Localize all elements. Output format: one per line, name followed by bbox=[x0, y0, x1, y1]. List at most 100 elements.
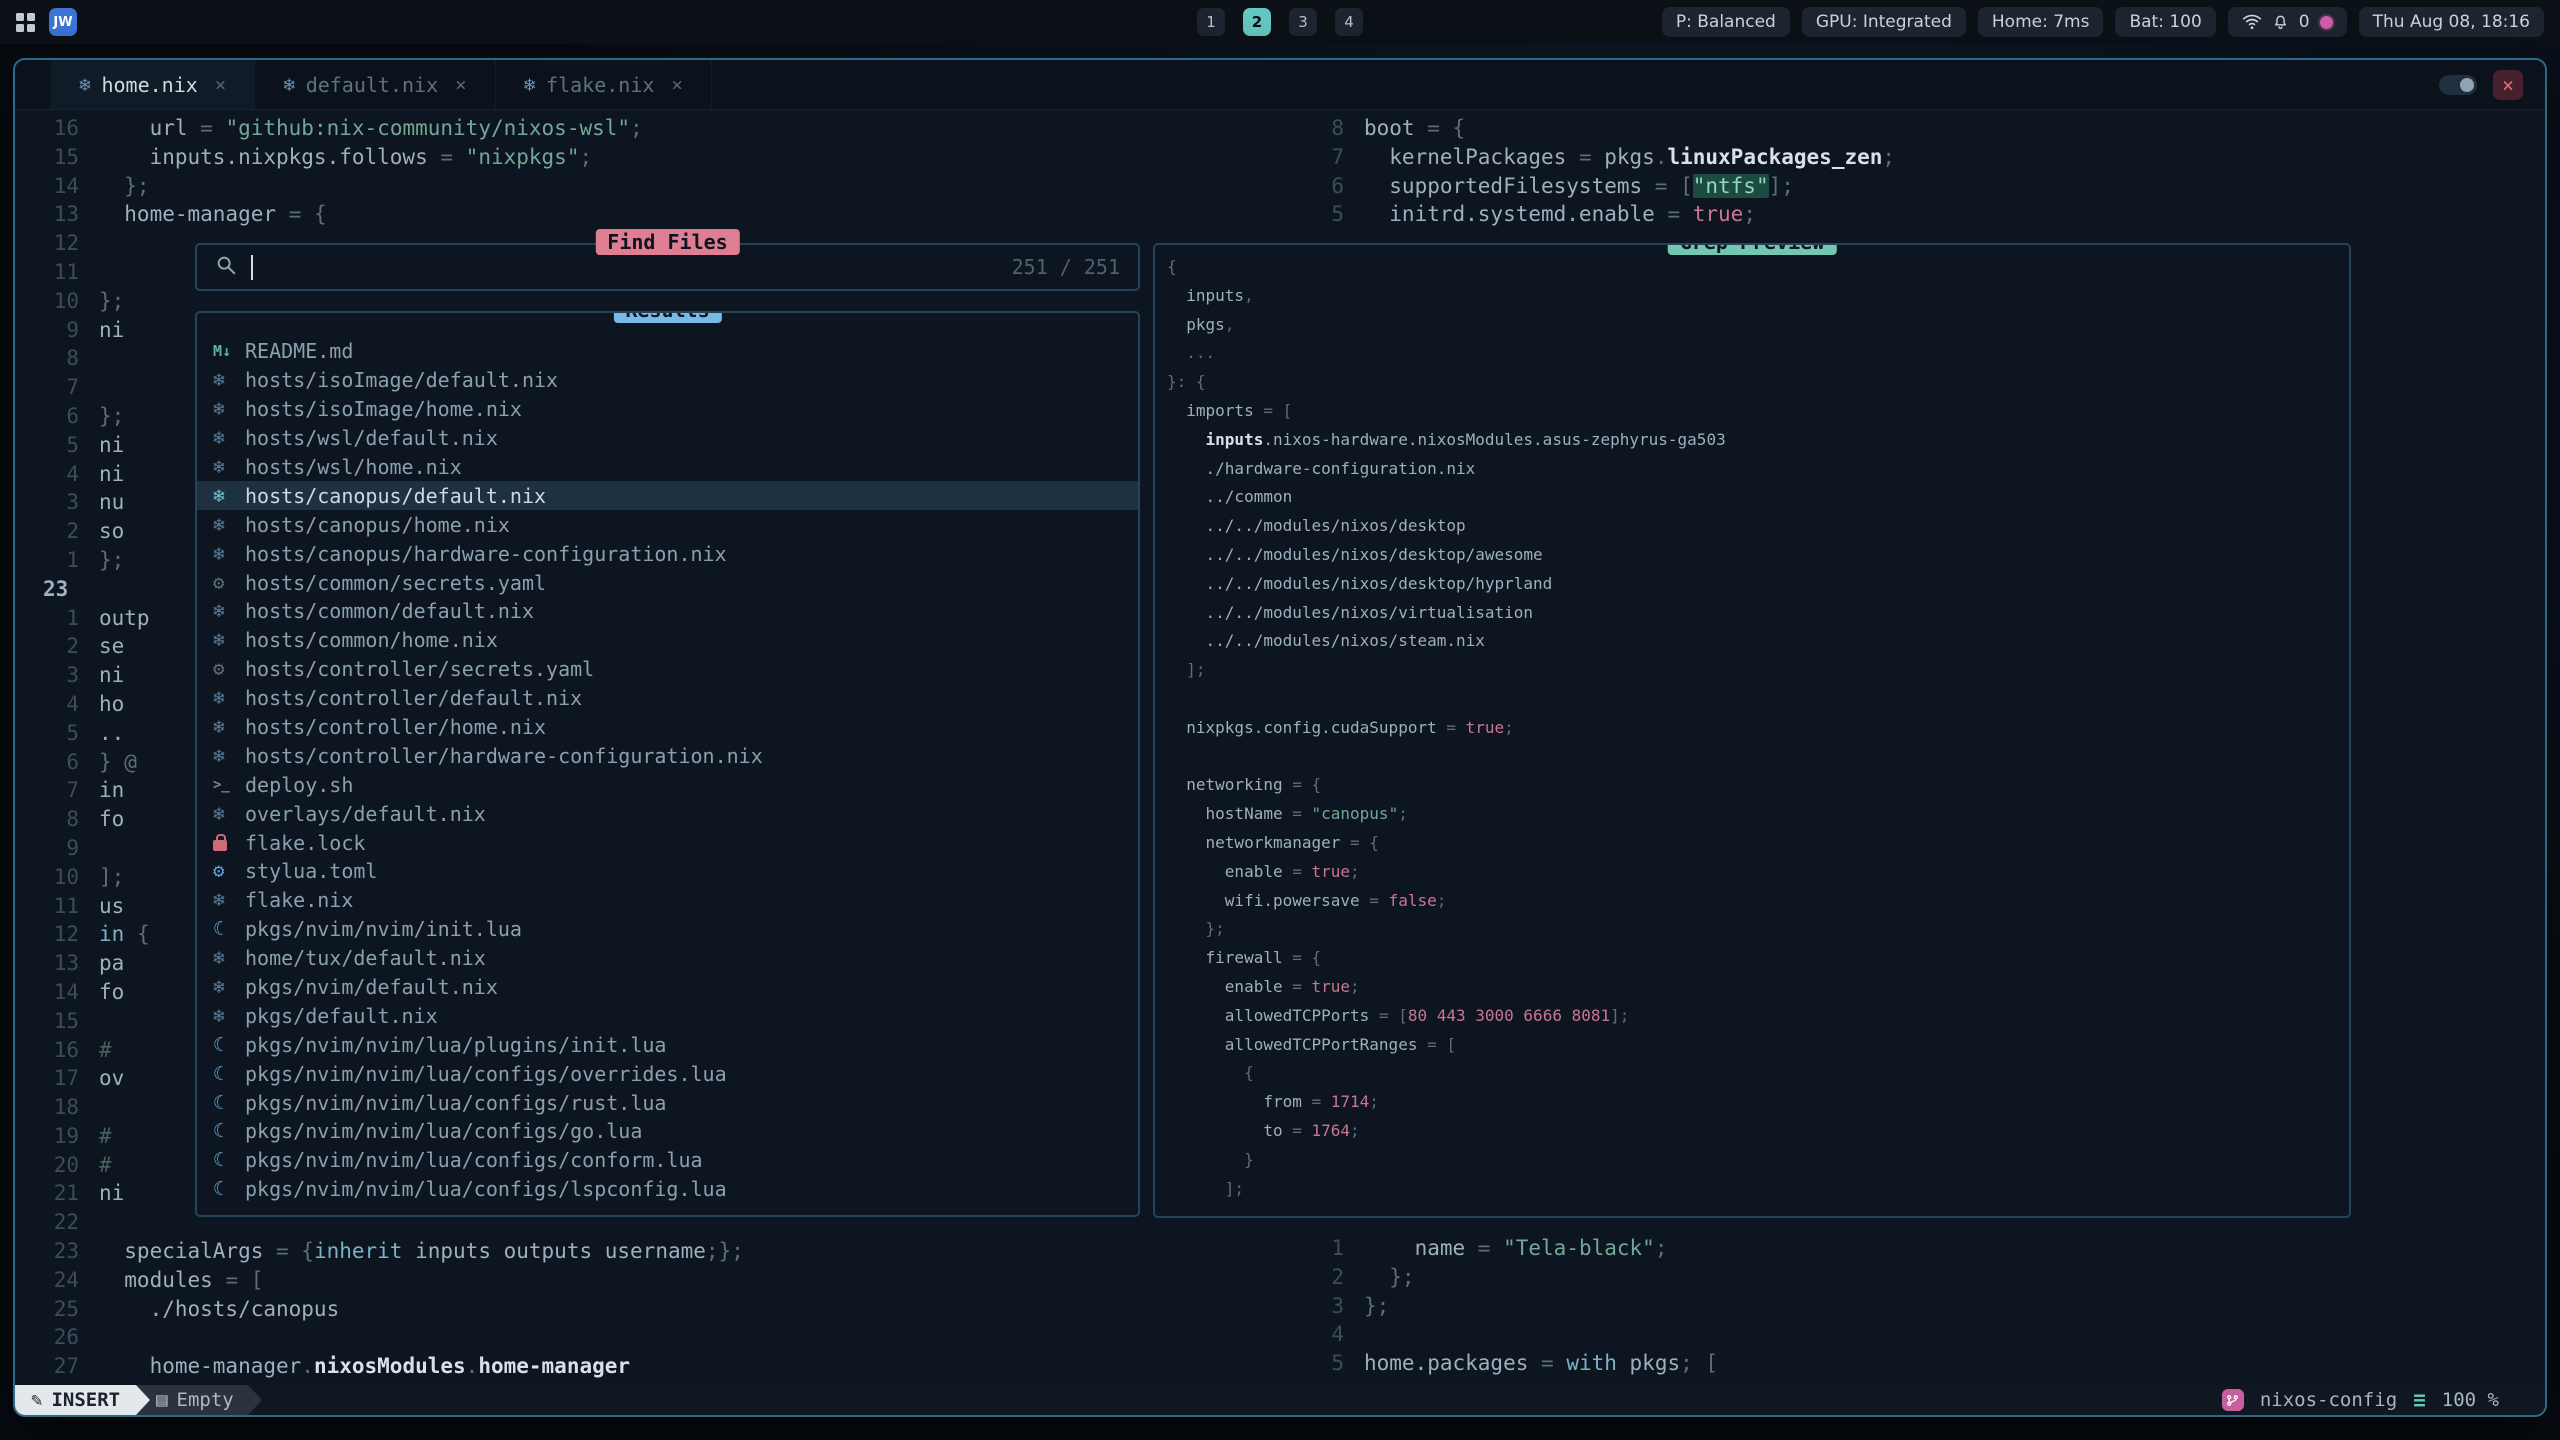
code-line: to = 1764; bbox=[1167, 1121, 2349, 1150]
code-line: 27 home-manager.nixosModules.home-manage… bbox=[15, 1352, 1280, 1381]
app-launcher-icon[interactable] bbox=[16, 13, 35, 32]
result-item[interactable]: ❄hosts/common/default.nix bbox=[197, 597, 1138, 626]
window-close-button[interactable]: × bbox=[2493, 70, 2523, 100]
nix-file-icon: ❄ bbox=[211, 398, 245, 420]
result-filename: pkgs/nvim/nvim/init.lua bbox=[245, 917, 522, 941]
code-line: ./hardware-configuration.nix bbox=[1167, 459, 2349, 488]
result-filename: hosts/canopus/home.nix bbox=[245, 513, 510, 537]
result-filename: stylua.toml bbox=[245, 859, 377, 883]
tab-flake.nix[interactable]: ❄flake.nix× bbox=[496, 60, 712, 109]
tab-close-icon[interactable]: × bbox=[215, 74, 226, 96]
logo-badge[interactable]: JW bbox=[49, 8, 77, 36]
buffer-status: ▤ Empty bbox=[150, 1385, 248, 1415]
result-item[interactable]: ☾pkgs/nvim/nvim/init.lua bbox=[197, 915, 1138, 944]
result-item[interactable]: >_deploy.sh bbox=[197, 770, 1138, 799]
result-item[interactable]: ❄hosts/controller/default.nix bbox=[197, 684, 1138, 713]
layout-toggle-icon[interactable] bbox=[2439, 75, 2477, 95]
line-number: 13 bbox=[15, 949, 99, 978]
result-item[interactable]: ❄pkgs/default.nix bbox=[197, 1001, 1138, 1030]
result-item[interactable]: ❄hosts/isoImage/home.nix bbox=[197, 395, 1138, 424]
code-line: { bbox=[1167, 1063, 2349, 1092]
line-number: 3 bbox=[15, 661, 99, 690]
line-number: 2 bbox=[1280, 1263, 1364, 1292]
code-line: networking = { bbox=[1167, 775, 2349, 804]
wifi-icon[interactable] bbox=[2242, 13, 2262, 31]
result-item[interactable]: M↓README.md bbox=[197, 337, 1138, 366]
result-item[interactable]: ❄home/tux/default.nix bbox=[197, 944, 1138, 973]
code-line: nixpkgs.config.cudaSupport = true; bbox=[1167, 718, 2349, 747]
yaml-file-icon: ⚙ bbox=[211, 658, 245, 680]
result-item[interactable]: ❄pkgs/nvim/default.nix bbox=[197, 973, 1138, 1002]
code-line: }: { bbox=[1167, 372, 2349, 401]
find-files-prompt[interactable]: Find Files 251 / 251 bbox=[195, 243, 1140, 291]
result-item[interactable]: ❄overlays/default.nix bbox=[197, 799, 1138, 828]
result-item[interactable]: ❄hosts/wsl/default.nix bbox=[197, 424, 1138, 453]
result-item[interactable]: ☾pkgs/nvim/nvim/lua/configs/lspconfig.lu… bbox=[197, 1175, 1138, 1204]
result-count: 251 / 251 bbox=[1012, 255, 1120, 279]
code-line: 24 modules = [ bbox=[15, 1266, 1280, 1295]
result-filename: overlays/default.nix bbox=[245, 802, 486, 826]
line-number: 16 bbox=[15, 1036, 99, 1065]
workspace-button-3[interactable]: 3 bbox=[1289, 8, 1317, 36]
code-line: ../../modules/nixos/steam.nix bbox=[1167, 631, 2349, 660]
tab-home.nix[interactable]: ❄home.nix× bbox=[51, 60, 255, 109]
result-item[interactable]: ☾pkgs/nvim/nvim/lua/configs/go.lua bbox=[197, 1117, 1138, 1146]
code-line: ../../modules/nixos/desktop/hyprland bbox=[1167, 574, 2349, 603]
find-files-title: Find Files bbox=[595, 229, 739, 255]
nix-file-icon: ❄ bbox=[211, 427, 245, 449]
result-item[interactable]: ☾pkgs/nvim/nvim/lua/plugins/init.lua bbox=[197, 1030, 1138, 1059]
line-number: 7 bbox=[1280, 143, 1364, 172]
terminal-window: ❄home.nix×❄default.nix×❄flake.nix× × 16 … bbox=[13, 58, 2547, 1417]
line-number: 12 bbox=[15, 229, 99, 258]
result-item[interactable]: ❄hosts/controller/hardware-configuration… bbox=[197, 741, 1138, 770]
nix-icon: ❄ bbox=[79, 74, 90, 96]
mode-label: INSERT bbox=[51, 1389, 120, 1411]
line-number: 5 bbox=[15, 719, 99, 748]
code-line: } bbox=[1167, 1150, 2349, 1179]
line-number: 6 bbox=[15, 748, 99, 777]
line-number: 3 bbox=[15, 488, 99, 517]
tab-close-icon[interactable]: × bbox=[455, 74, 466, 96]
code-line: 13 home-manager = { bbox=[15, 200, 1280, 229]
code-line: 6 supportedFilesystems = ["ntfs"]; bbox=[1280, 172, 2545, 201]
result-item[interactable]: ⚙hosts/controller/secrets.yaml bbox=[197, 655, 1138, 684]
workspace-button-4[interactable]: 4 bbox=[1335, 8, 1363, 36]
result-item[interactable]: ❄flake.nix bbox=[197, 886, 1138, 915]
project-name: nixos-config bbox=[2260, 1389, 2397, 1411]
power-profile-module: P: Balanced bbox=[1662, 7, 1790, 37]
bell-icon[interactable] bbox=[2272, 13, 2289, 31]
nix-file-icon: ❄ bbox=[211, 543, 245, 565]
code-line bbox=[1167, 689, 2349, 718]
result-item[interactable]: ❄hosts/canopus/hardware-configuration.ni… bbox=[197, 539, 1138, 568]
buffer-label: Empty bbox=[177, 1389, 234, 1411]
result-item[interactable]: flake.lock bbox=[197, 828, 1138, 857]
result-item[interactable]: ⚙hosts/common/secrets.yaml bbox=[197, 568, 1138, 597]
nix-file-icon: ❄ bbox=[211, 947, 245, 969]
result-item[interactable]: ❄hosts/isoImage/default.nix bbox=[197, 366, 1138, 395]
gpu-module: GPU: Integrated bbox=[1802, 7, 1966, 37]
result-item[interactable]: ❄hosts/canopus/default.nix bbox=[197, 481, 1138, 510]
result-item[interactable]: ❄hosts/common/home.nix bbox=[197, 626, 1138, 655]
status-dot-icon[interactable] bbox=[2320, 16, 2333, 29]
result-item[interactable]: ☾pkgs/nvim/nvim/lua/configs/rust.lua bbox=[197, 1088, 1138, 1117]
result-item[interactable]: ⚙stylua.toml bbox=[197, 857, 1138, 886]
powerline-separator bbox=[136, 1385, 150, 1415]
nix-file-icon: ❄ bbox=[211, 716, 245, 738]
nix-file-icon: ❄ bbox=[211, 629, 245, 651]
workspace-button-2[interactable]: 2 bbox=[1243, 8, 1271, 36]
result-item[interactable]: ❄hosts/canopus/home.nix bbox=[197, 510, 1138, 539]
code-line: 16 url = "github:nix-community/nixos-wsl… bbox=[15, 114, 1280, 143]
result-item[interactable]: ☾pkgs/nvim/nvim/lua/configs/conform.lua bbox=[197, 1146, 1138, 1175]
result-item[interactable]: ❄hosts/wsl/home.nix bbox=[197, 453, 1138, 482]
tab-default.nix[interactable]: ❄default.nix× bbox=[255, 60, 495, 109]
pencil-icon: ✎ bbox=[31, 1389, 42, 1411]
code-line: imports = [ bbox=[1167, 401, 2349, 430]
tab-close-icon[interactable]: × bbox=[671, 74, 682, 96]
line-number: 8 bbox=[15, 344, 99, 373]
result-filename: README.md bbox=[245, 339, 353, 363]
tabs: ❄home.nix×❄default.nix×❄flake.nix× bbox=[51, 60, 712, 109]
code-line bbox=[1167, 747, 2349, 776]
result-item[interactable]: ☾pkgs/nvim/nvim/lua/configs/overrides.lu… bbox=[197, 1059, 1138, 1088]
workspace-button-1[interactable]: 1 bbox=[1197, 8, 1225, 36]
result-item[interactable]: ❄hosts/controller/home.nix bbox=[197, 713, 1138, 742]
